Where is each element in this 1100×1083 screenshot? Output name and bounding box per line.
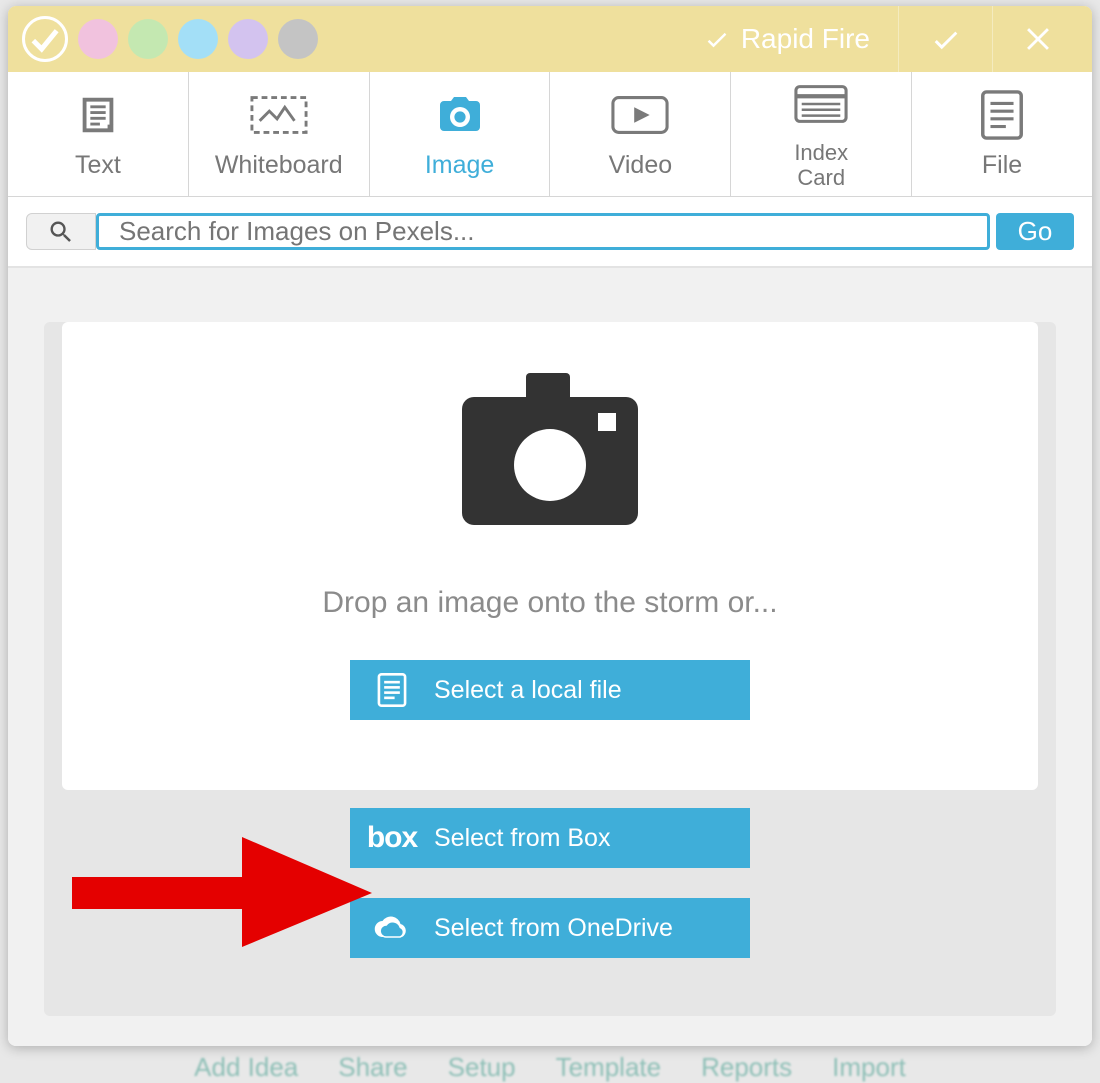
tab-label: Image xyxy=(425,151,494,180)
rapid-fire-toggle[interactable]: Rapid Fire xyxy=(675,6,898,72)
color-swatch-pink[interactable] xyxy=(78,19,118,59)
content-area: Drop an image onto the storm or... Selec… xyxy=(8,268,1092,1046)
video-play-icon xyxy=(611,89,669,141)
tab-label: Whiteboard xyxy=(215,151,343,180)
close-button[interactable] xyxy=(992,6,1086,72)
select-from-box-button[interactable]: box Select from Box xyxy=(350,808,750,868)
button-label: Select a local file xyxy=(434,676,622,705)
color-swatch-green[interactable] xyxy=(128,19,168,59)
select-outline-button[interactable] xyxy=(22,16,68,62)
box-logo-icon: box xyxy=(370,821,414,855)
bg-item: Import xyxy=(832,1052,906,1083)
add-content-modal: Rapid Fire Text Whiteboard Image xyxy=(8,6,1092,1046)
check-icon xyxy=(703,25,731,53)
rapid-fire-label: Rapid Fire xyxy=(741,23,870,55)
search-row: Go xyxy=(8,197,1092,268)
drop-zone[interactable]: Drop an image onto the storm or... Selec… xyxy=(62,322,1038,790)
index-card-icon xyxy=(794,78,848,130)
button-label: Select from OneDrive xyxy=(434,914,673,943)
topbar: Rapid Fire xyxy=(8,6,1092,72)
tab-label-line2: Card xyxy=(797,165,845,190)
camera-large-icon xyxy=(450,360,650,550)
onedrive-cloud-icon xyxy=(370,914,414,942)
annotation-arrow xyxy=(72,837,372,952)
tab-label-line1: Index xyxy=(794,140,848,165)
tab-label: Video xyxy=(609,151,673,180)
color-swatch-purple[interactable] xyxy=(228,19,268,59)
button-label: Select from Box xyxy=(434,824,610,853)
bg-item: Reports xyxy=(701,1052,792,1083)
whiteboard-icon xyxy=(250,89,308,141)
bg-item: Template xyxy=(556,1052,662,1083)
close-icon xyxy=(1023,22,1057,56)
file-lines-icon xyxy=(370,673,414,707)
tab-whiteboard[interactable]: Whiteboard xyxy=(189,72,370,196)
tab-text[interactable]: Text xyxy=(8,72,189,196)
tab-label: Text xyxy=(75,151,121,180)
color-swatch-blue[interactable] xyxy=(178,19,218,59)
content-type-tabs: Text Whiteboard Image Video Index xyxy=(8,72,1092,197)
background-footer: Add Idea Share Setup Template Reports Im… xyxy=(0,1046,1100,1083)
search-icon xyxy=(47,218,75,246)
bg-item: Share xyxy=(338,1052,407,1083)
select-from-onedrive-button[interactable]: Select from OneDrive xyxy=(350,898,750,958)
bg-item: Setup xyxy=(448,1052,516,1083)
text-document-icon xyxy=(75,89,121,141)
search-input[interactable] xyxy=(96,213,990,250)
bg-item: Add Idea xyxy=(194,1052,298,1083)
search-go-button[interactable]: Go xyxy=(996,213,1074,250)
tab-index-card[interactable]: Index Card xyxy=(731,72,912,196)
file-icon xyxy=(980,89,1024,141)
tab-image[interactable]: Image xyxy=(370,72,551,196)
tab-label: File xyxy=(982,151,1022,180)
drop-message: Drop an image onto the storm or... xyxy=(82,586,1018,620)
camera-icon xyxy=(433,89,487,141)
arrow-right-icon xyxy=(72,837,372,947)
tab-file[interactable]: File xyxy=(912,72,1092,196)
drop-panel: Drop an image onto the storm or... Selec… xyxy=(44,322,1056,1016)
search-icon-box xyxy=(26,213,96,250)
check-icon xyxy=(929,22,963,56)
select-local-file-button[interactable]: Select a local file xyxy=(350,660,750,720)
confirm-button[interactable] xyxy=(898,6,992,72)
color-swatch-grey[interactable] xyxy=(278,19,318,59)
tab-video[interactable]: Video xyxy=(550,72,731,196)
